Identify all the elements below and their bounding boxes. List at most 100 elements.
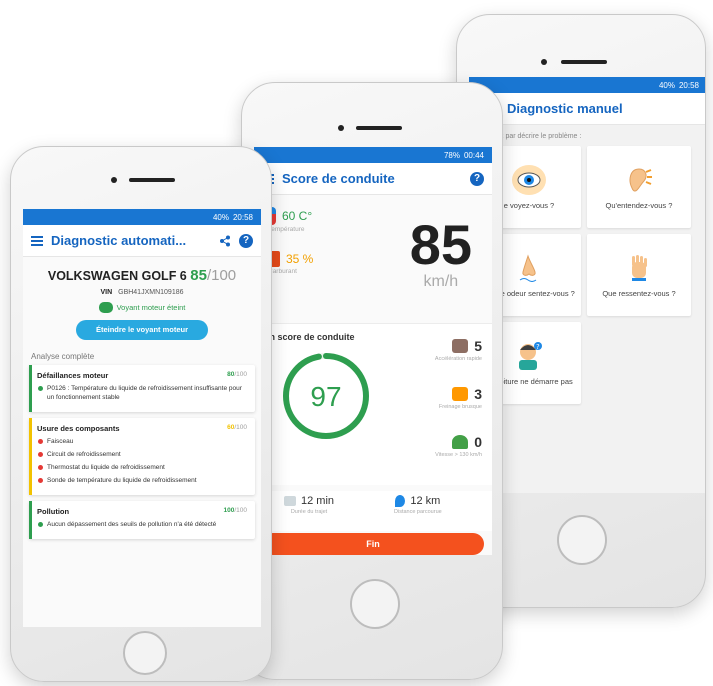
engine-light-text: Voyant moteur éteint [116,303,186,312]
trip-caption: Durée du trajet [290,509,328,515]
card-score-value: 100 [223,507,235,514]
screen: 40% 20:58 Diagnostic automati... ? VOLKS… [23,209,261,627]
trip-value: 12 km [410,495,441,507]
speaker-grille [356,126,402,130]
app-bar: Score de conduite ? [254,163,492,195]
home-button[interactable] [557,515,607,565]
card-score-max: /100 [234,507,247,514]
card-score-max: /100 [234,424,247,431]
driver-icon: ? [512,340,546,371]
stat-braking: 3 Freinage brusque [392,386,482,410]
help-icon[interactable]: ? [470,171,484,186]
battery-text: 40% [658,80,675,90]
page-title: Score de conduite [282,171,395,186]
issue-item: Thermostat du liquide de refroidissement [37,463,247,472]
stat-speeding: 0 Vitesse > 130 km/h [392,434,482,458]
tile-label: Que ressentez-vous ? [602,288,676,298]
engine-icon [98,302,113,313]
battery-text: 78% [443,150,460,160]
symptom-grid: e voyez-vous ? Qu'entendez-vous ? Quelle… [469,146,705,404]
status-bar-indicator [29,501,32,539]
screen: 78% 00:44 Score de conduite ? 60 C° Temp… [254,147,492,555]
page-title: Diagnostic automati... [51,233,187,248]
tile-label: e voyez-vous ? [503,200,555,210]
speaker-grille [561,60,607,64]
card-score: 60/100 [227,424,247,433]
home-button[interactable] [350,579,400,629]
camera-icon [541,59,547,65]
trip-summary: 12 min Durée du trajet 12 km Distance pa… [254,491,492,531]
car-header: VOLKSWAGEN GOLF 6 85/100 [23,267,261,284]
score-value: 97 [310,381,341,412]
analysis-card[interactable]: Défaillances moteur 80/100 P0126 : Tempéra… [29,365,255,412]
card-title: Pollution [37,507,70,516]
tile-label: Qu'entendez-vous ? [605,200,673,210]
fuel-metric: 35 % Carburant [268,251,313,275]
speedometer-icon [452,435,469,449]
eye-icon [512,164,546,195]
status-bar: 78% 00:44 [254,147,492,163]
acceleration-icon [452,339,469,353]
camera-icon [338,125,344,131]
speed-value: 85 [409,213,472,276]
card-header: Usure des composants 60/100 [37,424,247,433]
card-title: Usure des composants [37,424,120,433]
status-bar: 40% 20:58 [469,77,705,93]
home-button[interactable] [123,631,167,675]
engine-metrics: 60 C° Température 35 % Carburant [268,207,313,275]
engine-light-status: Voyant moteur éteint [23,302,261,313]
map-pin-icon [395,495,406,507]
stat-caption: Freinage brusque [438,404,482,410]
trip-duration: 12 min Durée du trajet [284,495,334,515]
analysis-card[interactable]: Usure des composants 60/100 Faisceau Circui… [29,418,255,495]
analysis-card[interactable]: Pollution 100/100 Aucun dépassement des se… [29,501,255,539]
vin-label: VIN [100,289,113,296]
issue-list: Aucun dépassement des seuils de pollutio… [37,520,247,529]
stat-value: 0 [474,434,482,450]
card-score: 100/100 [223,507,247,516]
turn-off-light-button[interactable]: Éteindre le voyant moteur [76,320,208,340]
phone-auto-diagnostic: 40% 20:58 Diagnostic automati... ? VOLKS… [10,146,272,682]
stat-acceleration: 5 Accélération rapide [392,338,482,362]
temperature-value: 60 C° [282,209,313,223]
menu-icon[interactable] [31,235,43,246]
speaker-grille [129,178,175,182]
svg-text:?: ? [536,343,540,351]
issue-item: Faisceau [37,437,247,446]
ear-icon [622,164,656,195]
status-bar: 40% 20:58 [23,209,261,225]
card-score-max: /100 [234,371,247,378]
page-title: Diagnostic manuel [507,101,623,116]
finish-button[interactable]: Fin [262,533,484,555]
card-header: Défaillances moteur 80/100 [37,371,247,380]
app-bar: Diagnostic automati... ? [23,225,261,257]
issue-item: Sonde de température du liquide de refro… [37,476,247,485]
phone-driving-score: 78% 00:44 Score de conduite ? 60 C° Temp… [241,82,503,680]
stat-caption: Vitesse > 130 km/h [435,452,482,458]
fuel-value: 35 % [286,252,314,266]
app-bar: Diagnostic manuel [469,93,705,125]
tile-feel[interactable]: Que ressentez-vous ? [587,234,691,316]
score-ring: 97 [280,350,372,447]
issue-item: Circuit de refroidissement [37,450,247,459]
speed-display: 85 km/h [410,217,472,291]
share-icon[interactable] [219,235,231,247]
car-name: VOLKSWAGEN GOLF 6 [47,269,187,283]
battery-text: 40% [212,212,229,222]
help-icon[interactable]: ? [239,233,253,248]
stat-value: 3 [474,386,482,402]
temperature-metric: 60 C° Température [268,207,313,233]
issue-list: Faisceau Circuit de refroidissement Thermo… [37,437,247,485]
car-score: 85 [190,267,207,284]
car-score-max: /100 [206,267,237,284]
card-score: 80/100 [227,371,247,380]
issue-item: Aucun dépassement des seuils de pollutio… [37,520,247,529]
clock-text: 20:58 [678,80,699,90]
hand-icon [622,252,656,283]
issue-list: P0126 : Température du liquide de refroi… [37,384,247,402]
tile-hear[interactable]: Qu'entendez-vous ? [587,146,691,228]
vin-value: GBH41JXMN109186 [118,289,184,296]
camera-icon [111,177,117,183]
status-bar-indicator [29,418,32,495]
card-title: Défaillances moteur [37,371,109,380]
